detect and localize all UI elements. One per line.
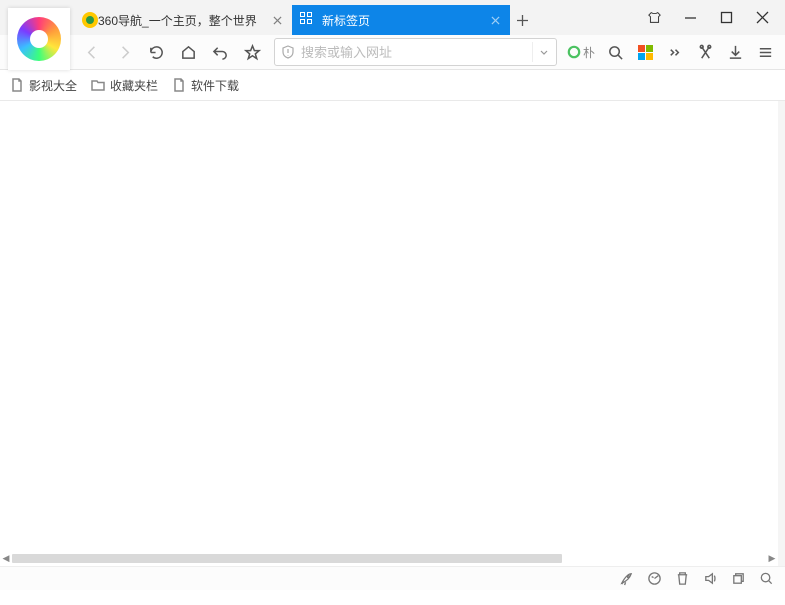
sound-icon[interactable] xyxy=(699,568,721,590)
scroll-thumb[interactable] xyxy=(12,554,562,563)
page-content: ◀ ▶ xyxy=(0,101,785,566)
bookmark-label: 收藏夹栏 xyxy=(110,77,158,94)
tab-favicon-360 xyxy=(82,12,98,28)
vertical-scrollbar[interactable] xyxy=(778,101,785,566)
block-icon[interactable] xyxy=(643,568,665,590)
toolbar: 朴 xyxy=(0,35,785,70)
minimize-button[interactable] xyxy=(673,3,707,33)
title-bar: 360导航_一个主页，整个世界 新标签页 xyxy=(0,0,785,35)
search-button[interactable] xyxy=(601,37,629,67)
search-engine-label: 朴 xyxy=(583,44,595,61)
undo-button[interactable] xyxy=(204,37,236,67)
color-grid-icon xyxy=(638,45,653,60)
bookmark-item[interactable]: 软件下载 xyxy=(172,77,239,94)
tab-360nav[interactable]: 360导航_一个主页，整个世界 xyxy=(74,5,292,35)
tab-label: 新标签页 xyxy=(322,12,484,29)
bookmark-label: 影视大全 xyxy=(29,77,77,94)
tab-close-button[interactable] xyxy=(488,13,502,27)
browser-logo[interactable] xyxy=(8,8,70,70)
restore-icon[interactable] xyxy=(727,568,749,590)
bookmark-label: 软件下载 xyxy=(191,77,239,94)
tabs-region: 360导航_一个主页，整个世界 新标签页 xyxy=(74,0,534,35)
scroll-right-arrow[interactable]: ▶ xyxy=(766,551,778,566)
find-icon[interactable] xyxy=(755,568,777,590)
more-tools-button[interactable] xyxy=(661,37,689,67)
address-input[interactable] xyxy=(301,45,532,60)
reload-button[interactable] xyxy=(140,37,172,67)
scroll-left-arrow[interactable]: ◀ xyxy=(0,551,12,566)
maximize-button[interactable] xyxy=(709,3,743,33)
address-dropdown[interactable] xyxy=(532,42,556,62)
shield-icon xyxy=(275,45,301,59)
bookmarks-bar: 影视大全 收藏夹栏 软件下载 xyxy=(0,70,785,101)
screenshot-button[interactable] xyxy=(691,37,719,67)
bookmark-folder[interactable]: 收藏夹栏 xyxy=(91,77,158,94)
address-bar[interactable] xyxy=(274,38,557,66)
download-button[interactable] xyxy=(721,37,749,67)
back-button[interactable] xyxy=(76,37,108,67)
horizontal-scrollbar[interactable]: ◀ ▶ xyxy=(0,551,778,566)
extensions-button[interactable] xyxy=(631,37,659,67)
scroll-track[interactable] xyxy=(12,554,766,563)
close-window-button[interactable] xyxy=(745,3,779,33)
tab-newtab[interactable]: 新标签页 xyxy=(292,5,510,35)
skin-button[interactable] xyxy=(637,3,671,33)
accelerate-icon[interactable] xyxy=(615,568,637,590)
swirl-icon xyxy=(17,17,61,61)
new-tab-button[interactable] xyxy=(510,5,534,35)
menu-button[interactable] xyxy=(751,37,779,67)
tab-favicon-grid xyxy=(300,12,316,28)
bookmark-item[interactable]: 影视大全 xyxy=(10,77,77,94)
favorite-button[interactable] xyxy=(236,37,268,67)
tab-label: 360导航_一个主页，整个世界 xyxy=(98,12,266,29)
o-engine-icon xyxy=(567,45,581,59)
tab-close-button[interactable] xyxy=(270,13,284,27)
search-engine-selector[interactable]: 朴 xyxy=(563,44,599,61)
window-controls xyxy=(637,0,785,35)
forward-button[interactable] xyxy=(108,37,140,67)
home-button[interactable] xyxy=(172,37,204,67)
trash-icon[interactable] xyxy=(671,568,693,590)
status-bar xyxy=(0,566,785,590)
